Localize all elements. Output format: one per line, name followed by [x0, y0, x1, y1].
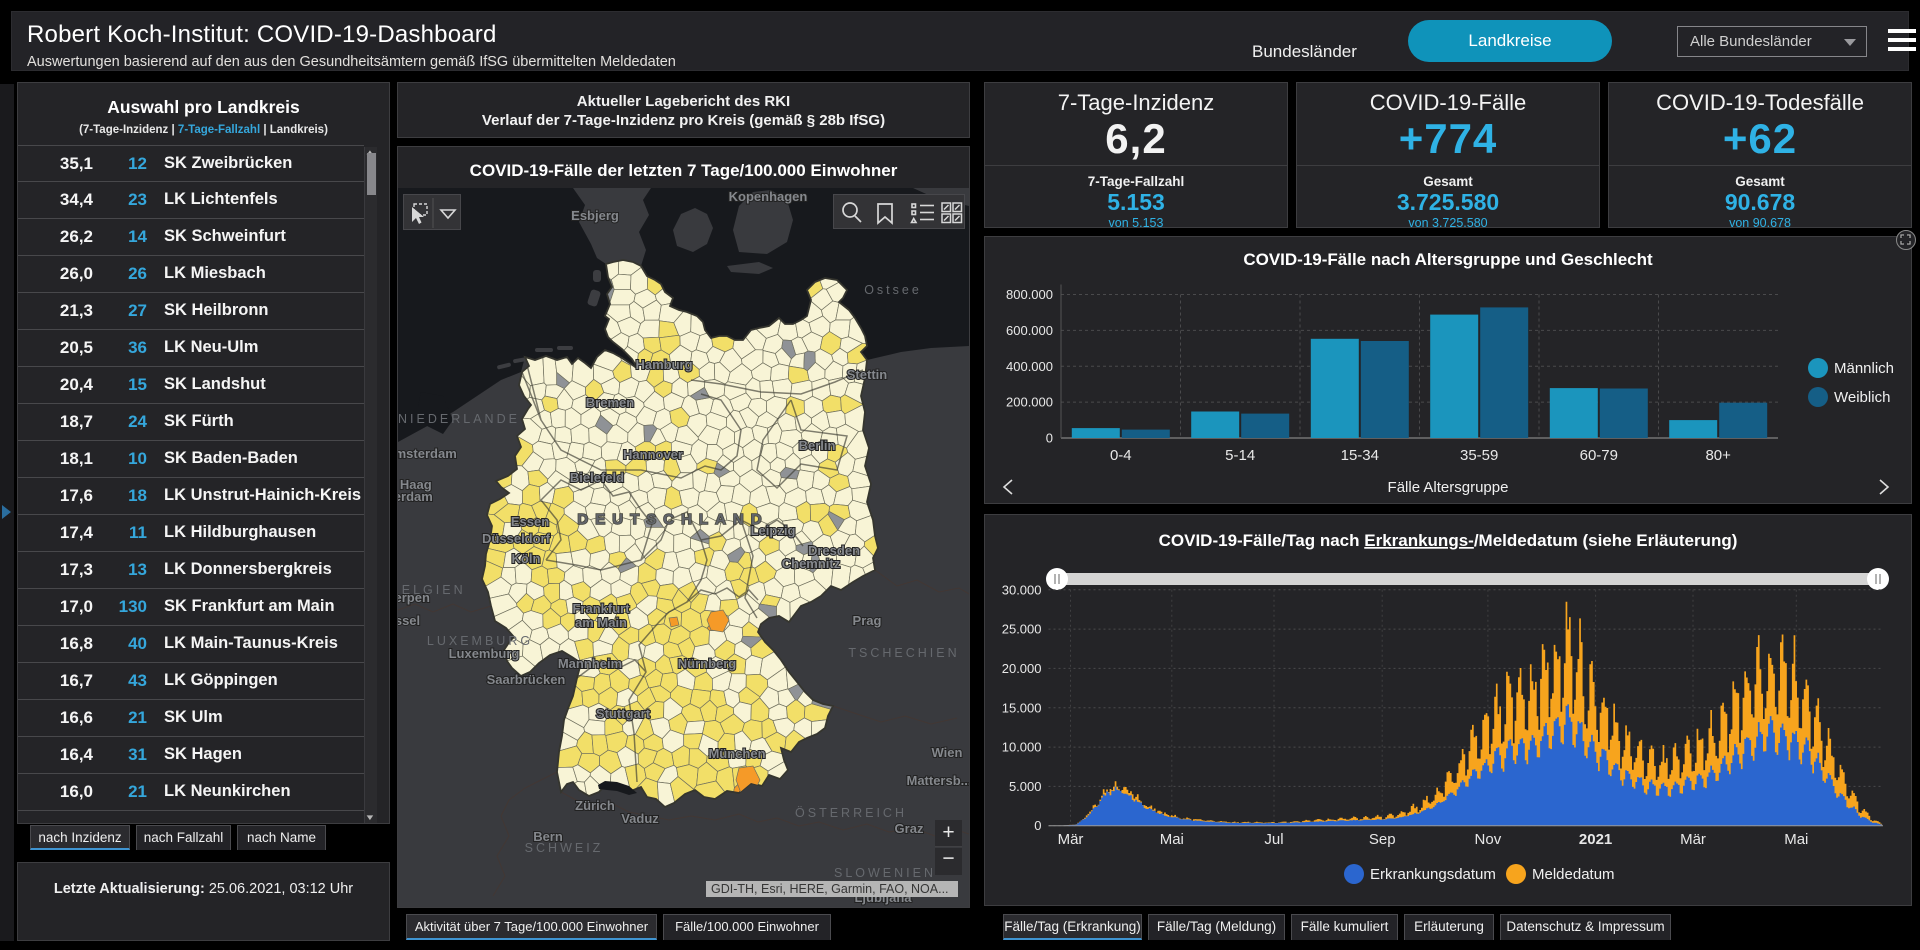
svg-text:Chemnitz: Chemnitz: [782, 556, 841, 571]
svg-text:Wien: Wien: [932, 745, 963, 760]
svg-text:COVID-19-Fälle nach Altersgrup: COVID-19-Fälle nach Altersgruppe und Ges…: [1243, 250, 1653, 269]
svg-text:Weiblich: Weiblich: [1834, 389, 1890, 406]
svg-text:LUXEMBURG: LUXEMBURG: [427, 634, 533, 648]
svg-text:Luxemburg: Luxemburg: [449, 646, 520, 661]
svg-text:ÖSTERREICH: ÖSTERREICH: [795, 806, 907, 820]
svg-text:Kopenhagen: Kopenhagen: [729, 189, 808, 204]
svg-text:Hannover: Hannover: [623, 447, 683, 462]
svg-text:800.000: 800.000: [1006, 287, 1053, 302]
svg-text:35-59: 35-59: [1460, 447, 1498, 464]
svg-text:Vaduz: Vaduz: [621, 811, 659, 826]
svg-text:COVID-19-Fälle/Tag nach Erkran: COVID-19-Fälle/Tag nach Erkrankungs-/Mel…: [1159, 531, 1738, 550]
svg-text:60-79: 60-79: [1580, 447, 1618, 464]
svg-text:Essen: Essen: [511, 514, 549, 529]
svg-text:80+: 80+: [1705, 447, 1731, 464]
svg-text:20.000: 20.000: [1002, 661, 1042, 676]
svg-text:400.000: 400.000: [1006, 359, 1053, 374]
svg-text:Fälle Altersgruppe: Fälle Altersgruppe: [1388, 479, 1509, 496]
svg-text:Mattersb...: Mattersb...: [906, 773, 969, 788]
svg-text:SCHWEIZ: SCHWEIZ: [525, 841, 604, 855]
svg-text:15.000: 15.000: [1002, 700, 1042, 715]
svg-text:Graz: Graz: [895, 821, 924, 836]
svg-text:Esbjerg: Esbjerg: [571, 208, 619, 223]
svg-text:Mai: Mai: [1784, 831, 1808, 848]
svg-text:am Main: am Main: [575, 615, 627, 630]
svg-text:Mär: Mär: [1680, 831, 1706, 848]
svg-text:0: 0: [1046, 431, 1053, 446]
svg-text:Bielefeld: Bielefeld: [570, 470, 624, 485]
svg-text:Stuttgart: Stuttgart: [596, 706, 651, 721]
svg-text:Zürich: Zürich: [575, 798, 615, 813]
svg-text:5.000: 5.000: [1009, 779, 1042, 794]
svg-text:Meldedatum: Meldedatum: [1532, 866, 1615, 883]
svg-text:Stettin: Stettin: [847, 367, 888, 382]
svg-text:Nov: Nov: [1475, 831, 1502, 848]
svg-text:DEUTSCHLAND: DEUTSCHLAND: [577, 511, 768, 528]
svg-text:Nürnberg: Nürnberg: [678, 656, 737, 671]
svg-text:Mai: Mai: [1160, 831, 1184, 848]
svg-text:Männlich: Männlich: [1834, 360, 1894, 377]
svg-text:Ostsee: Ostsee: [864, 283, 922, 297]
svg-text:Frankfurt: Frankfurt: [572, 601, 630, 616]
svg-text:30.000: 30.000: [1002, 582, 1042, 597]
svg-text:München: München: [708, 746, 765, 761]
svg-text:5-14: 5-14: [1225, 447, 1255, 464]
svg-text:rüssel: rüssel: [398, 613, 420, 628]
svg-text:Erkrankungsdatum: Erkrankungsdatum: [1370, 866, 1496, 883]
svg-text:Hamburg: Hamburg: [635, 357, 692, 372]
svg-text:Düsseldorf: Düsseldorf: [482, 531, 551, 546]
svg-text:25.000: 25.000: [1002, 622, 1042, 637]
svg-text:Sep: Sep: [1369, 831, 1396, 848]
svg-text:Jul: Jul: [1264, 831, 1283, 848]
svg-text:Prag: Prag: [853, 613, 882, 628]
svg-text:15-34: 15-34: [1341, 447, 1379, 464]
svg-text:otterdam: otterdam: [398, 489, 433, 504]
svg-text:Köln: Köln: [512, 551, 541, 566]
svg-text:SLOWENIEN: SLOWENIEN: [834, 866, 936, 880]
svg-text:Amsterdam: Amsterdam: [398, 446, 457, 461]
svg-text:Mannheim: Mannheim: [558, 656, 622, 671]
svg-text:600.000: 600.000: [1006, 323, 1053, 338]
svg-text:0: 0: [1034, 818, 1041, 833]
svg-text:TSCHECHIEN: TSCHECHIEN: [848, 646, 959, 660]
svg-text:Berlin: Berlin: [799, 438, 836, 453]
svg-text:2021: 2021: [1579, 831, 1612, 848]
svg-text:10.000: 10.000: [1002, 740, 1042, 755]
svg-text:Saarbrücken: Saarbrücken: [487, 672, 566, 687]
svg-text:200.000: 200.000: [1006, 395, 1053, 410]
svg-text:NIEDERLANDE: NIEDERLANDE: [398, 412, 520, 426]
svg-text:Mär: Mär: [1058, 831, 1084, 848]
svg-text:0-4: 0-4: [1110, 447, 1132, 464]
svg-text:Bremen: Bremen: [586, 395, 634, 410]
svg-text:BELGIEN: BELGIEN: [398, 583, 466, 597]
